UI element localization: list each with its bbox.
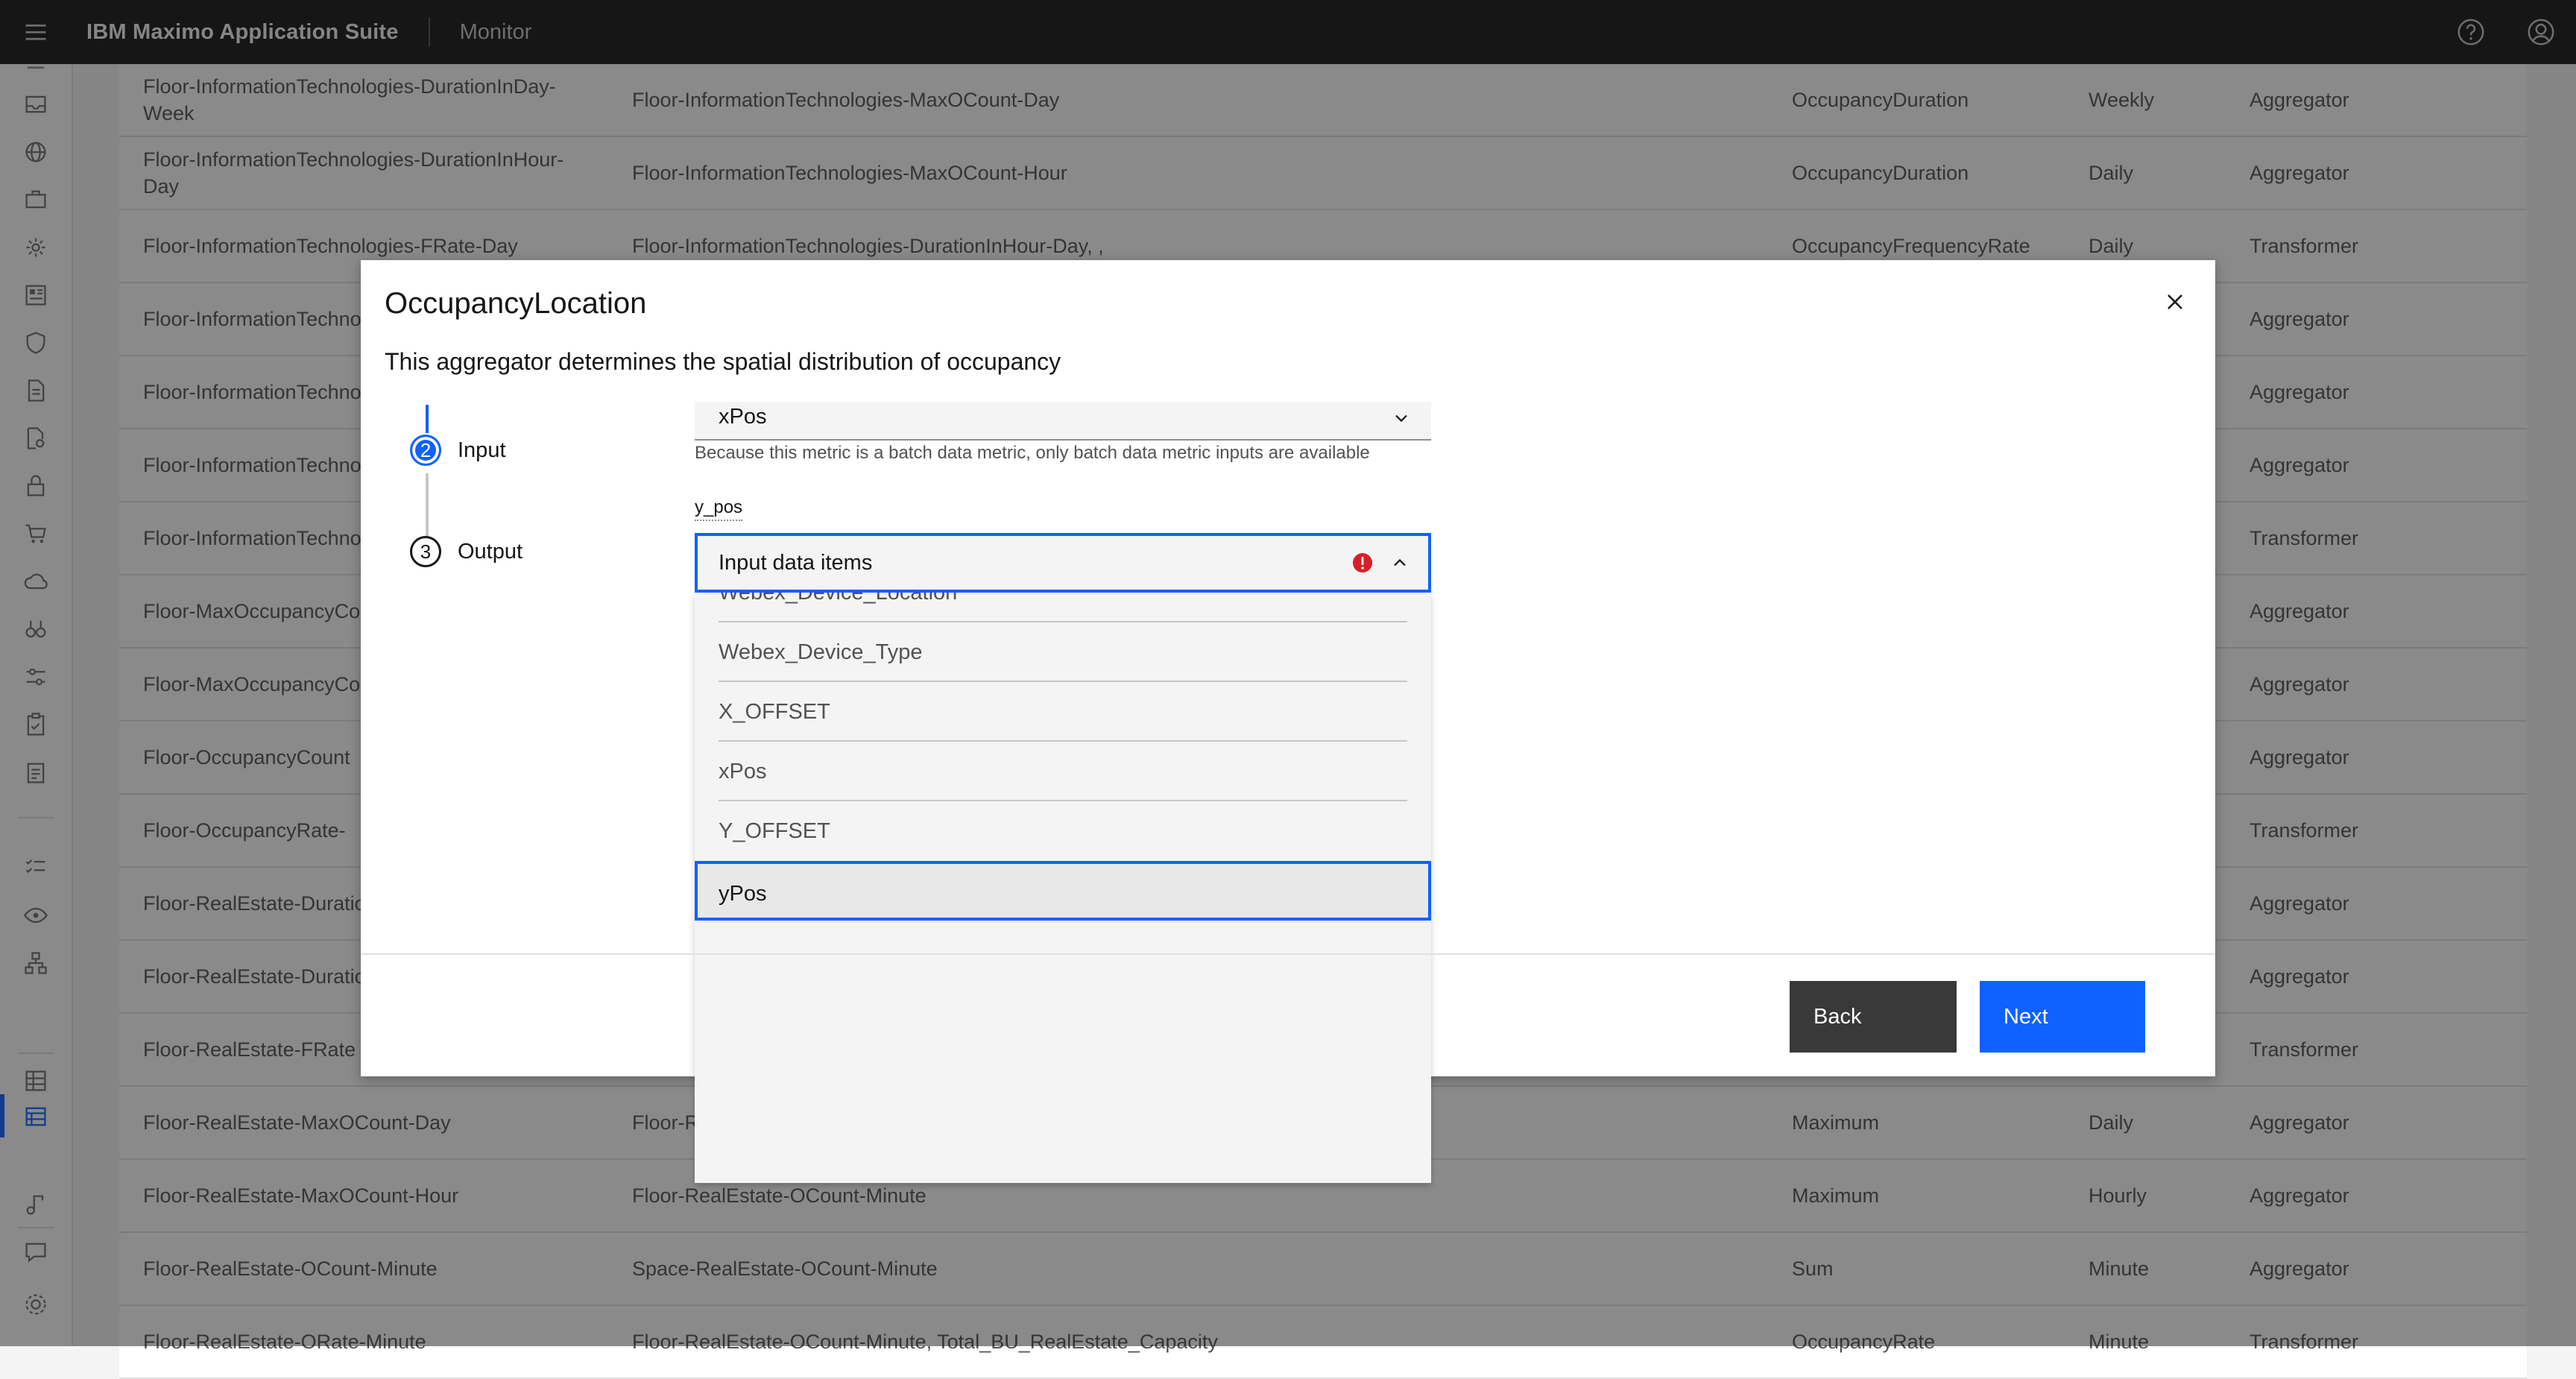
list-item-selected[interactable]: yPos bbox=[695, 861, 1431, 921]
list-item[interactable]: Webex_Device_Location bbox=[695, 593, 1431, 622]
close-icon[interactable] bbox=[2151, 278, 2199, 326]
error-icon bbox=[1353, 553, 1372, 572]
list-item[interactable]: Y_OFFSET bbox=[695, 801, 1431, 861]
y-pos-label: y_pos bbox=[695, 497, 743, 521]
menu-item-label: Webex_Device_Type bbox=[719, 640, 923, 664]
menu-item-label: yPos bbox=[719, 881, 767, 906]
step-number: 3 bbox=[410, 536, 441, 567]
step-connector-complete bbox=[426, 405, 429, 433]
list-item[interactable]: Webex_Device_Type bbox=[695, 622, 1431, 682]
menu-item-label: X_OFFSET bbox=[719, 699, 830, 724]
list-item[interactable]: xPos bbox=[695, 742, 1431, 801]
next-button[interactable]: Next bbox=[1980, 981, 2145, 1053]
x-pos-select-value: xPos bbox=[719, 404, 767, 429]
menu-item-label: Webex_Device_Location bbox=[719, 593, 957, 622]
list-item[interactable]: X_OFFSET bbox=[695, 682, 1431, 742]
chevron-down-icon bbox=[1395, 414, 1407, 423]
menu-item-label: xPos bbox=[719, 759, 767, 783]
occupancy-location-modal: OccupancyLocation This aggregator determ… bbox=[361, 260, 2215, 1183]
step-input[interactable]: 2 Input bbox=[410, 435, 506, 466]
footer-divider bbox=[361, 953, 2215, 955]
y-pos-dropdown-menu: Webex_Device_Location Webex_Device_Type … bbox=[695, 593, 1431, 1183]
step-label: Input bbox=[458, 438, 506, 462]
y-pos-dropdown-placeholder: Input data items bbox=[719, 550, 873, 575]
helper-text: Because this metric is a batch data metr… bbox=[695, 443, 1370, 463]
x-pos-select[interactable]: xPos bbox=[695, 402, 1431, 441]
modal-title: OccupancyLocation bbox=[385, 287, 647, 320]
step-output[interactable]: 3 Output bbox=[410, 536, 523, 567]
step-label: Output bbox=[458, 539, 523, 564]
back-button[interactable]: Back bbox=[1790, 981, 1957, 1053]
step-connector-pending bbox=[426, 473, 429, 540]
modal-description: This aggregator determines the spatial d… bbox=[385, 348, 1061, 375]
chevron-up-icon bbox=[1394, 558, 1406, 567]
step-number: 2 bbox=[410, 435, 441, 466]
menu-item-label: Y_OFFSET bbox=[719, 818, 830, 843]
y-pos-dropdown[interactable]: Input data items bbox=[695, 533, 1431, 593]
